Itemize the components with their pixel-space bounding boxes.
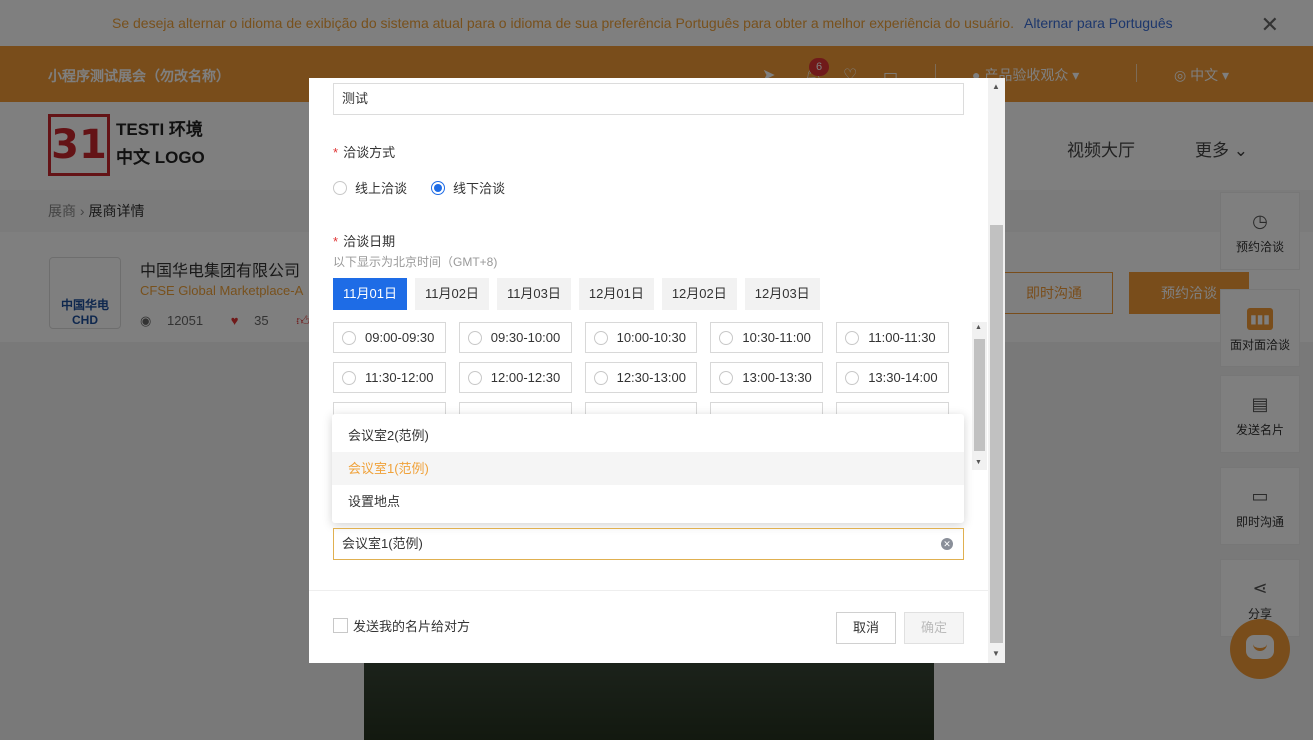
radio-circle	[719, 370, 734, 385]
send-card-label: 发送我的名片给对方	[353, 619, 471, 634]
time-slot-label: 12:30-13:00	[616, 370, 686, 385]
time-slot-label: 09:00-09:30	[365, 330, 435, 345]
clear-icon[interactable]: ✕	[941, 538, 953, 550]
date-tab[interactable]: 12月02日	[661, 278, 737, 310]
radio-circle	[845, 370, 860, 385]
location-value: 会议室1(范例)	[342, 536, 423, 551]
date-tab[interactable]: 12月01日	[578, 278, 654, 310]
footer-divider	[309, 590, 988, 591]
radio-circle	[845, 330, 860, 345]
confirm-button[interactable]: 确定	[904, 612, 964, 644]
location-option[interactable]: 会议室1(范例)	[332, 452, 964, 485]
radio-online-label: 线上洽谈	[355, 181, 408, 196]
scrollbar-thumb[interactable]	[990, 225, 1003, 643]
time-slot[interactable]: 13:00-13:30	[710, 362, 824, 393]
scrollbar-thumb[interactable]	[974, 339, 985, 451]
date-tab[interactable]: 11月01日	[333, 278, 407, 310]
radio-offline-label: 线下洽谈	[453, 181, 506, 196]
time-slot-label: 10:00-10:30	[616, 330, 686, 345]
cancel-button[interactable]: 取消	[836, 612, 896, 644]
location-dropdown: 会议室2(范例) 会议室1(范例) 设置地点	[332, 414, 964, 523]
send-card-checkbox[interactable]: 发送我的名片给对方	[333, 616, 470, 635]
location-option[interactable]: 会议室2(范例)	[332, 419, 964, 452]
radio-circle	[342, 370, 356, 385]
time-slot-label: 13:30-14:00	[868, 370, 938, 385]
time-slot-label: 11:30-12:00	[365, 370, 434, 385]
radio-circle	[431, 180, 446, 195]
time-slot-label: 09:30-10:00	[490, 330, 561, 345]
time-slot[interactable]: 09:00-09:30	[333, 322, 446, 353]
scroll-down-icon[interactable]: ▼	[975, 459, 982, 466]
modal-scrollbar[interactable]: ▲ ▼	[988, 78, 1005, 663]
scroll-up-icon[interactable]: ▲	[992, 82, 1000, 91]
time-slot[interactable]: 11:00-11:30	[836, 322, 949, 353]
time-slot[interactable]: 10:00-10:30	[584, 322, 698, 353]
time-slot[interactable]: 09:30-10:00	[458, 322, 572, 353]
time-slot-label: 12:00-12:30	[490, 370, 561, 385]
time-slot[interactable]: 10:30-11:00	[710, 322, 824, 353]
time-slot[interactable]: 11:30-12:00	[333, 362, 446, 393]
checkbox-box	[333, 618, 348, 633]
radio-circle	[333, 180, 347, 195]
scroll-down-icon[interactable]: ▼	[992, 649, 1000, 658]
time-slot[interactable]: 13:30-14:00	[836, 362, 949, 393]
date-tab[interactable]: 11月03日	[496, 278, 571, 310]
method-label: * 洽谈方式	[333, 142, 395, 161]
radio-circle	[467, 330, 482, 345]
radio-offline[interactable]: 线下洽谈	[431, 178, 505, 197]
time-slot-label: 11:00-11:30	[868, 330, 936, 345]
date-label-text: 洽谈日期	[343, 234, 396, 249]
time-slot-row: 11:30-12:00 12:00-12:30 12:30-13:00 13:0…	[333, 362, 949, 393]
method-label-text: 洽谈方式	[343, 145, 396, 160]
timezone-hint: 以下显示为北京时间（GMT+8)	[333, 255, 498, 269]
required-mark: *	[333, 234, 339, 249]
method-radio-group: 线上洽谈 线下洽谈	[333, 178, 505, 197]
time-slot[interactable]: 12:00-12:30	[458, 362, 572, 393]
date-tabs: 11月01日 11月02日 11月03日 12月01日 12月02日 12月03…	[333, 278, 820, 310]
radio-circle	[467, 370, 482, 385]
time-slot[interactable]: 12:30-13:00	[584, 362, 698, 393]
location-option[interactable]: 设置地点	[332, 485, 964, 518]
radio-circle	[593, 330, 608, 345]
radio-circle	[342, 330, 356, 345]
time-slot-label: 13:00-13:30	[742, 370, 812, 385]
booking-modal: 测试 * 洽谈方式 线上洽谈 线下洽谈 * 洽谈日期 以下显示为北京时间（GMT+8…	[309, 78, 1005, 663]
time-slot-label: 10:30-11:00	[742, 330, 811, 345]
time-slot-row: 09:00-09:30 09:30-10:00 10:00-10:30 10:3…	[333, 322, 949, 353]
date-tab[interactable]: 11月02日	[414, 278, 489, 310]
scroll-up-icon[interactable]: ▲	[975, 324, 982, 331]
location-select[interactable]: 会议室1(范例) ✕	[333, 528, 964, 560]
radio-circle	[719, 330, 734, 345]
required-mark: *	[333, 145, 339, 160]
date-label: * 洽谈日期	[333, 231, 395, 250]
radio-online[interactable]: 线上洽谈	[333, 178, 407, 197]
radio-circle	[593, 370, 608, 385]
date-tab[interactable]: 12月03日	[744, 278, 820, 310]
topic-input[interactable]: 测试	[333, 83, 964, 115]
time-slot-scrollbar[interactable]: ▲ ▼	[972, 322, 987, 470]
